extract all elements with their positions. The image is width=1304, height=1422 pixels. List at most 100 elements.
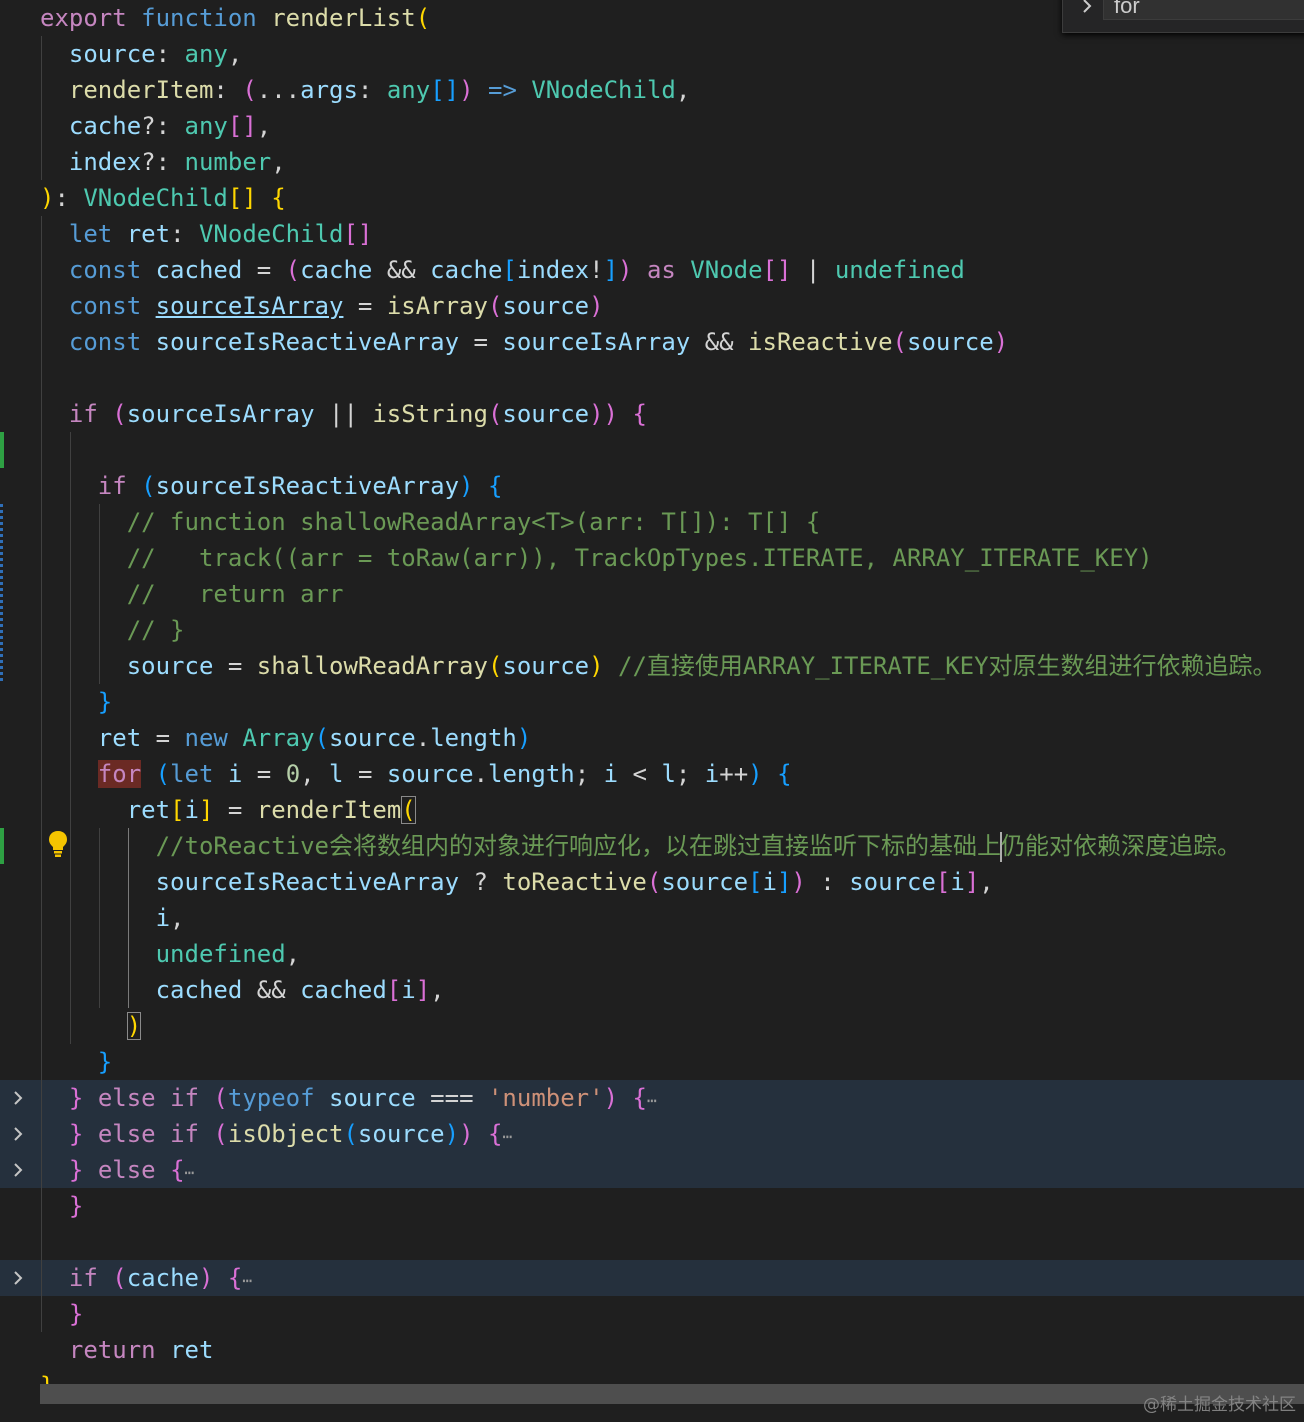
code-token: ] bbox=[964, 868, 980, 896]
code-line[interactable] bbox=[0, 432, 1304, 468]
code-line[interactable]: if (sourceIsArray || isString(source)) { bbox=[0, 396, 1304, 432]
code-line[interactable]: cache?: any[], bbox=[0, 108, 1304, 144]
lightbulb-icon[interactable] bbox=[46, 829, 70, 859]
code-line[interactable]: // track((arr = toRaw(arr)), TrackOpType… bbox=[0, 540, 1304, 576]
code-token: ⋯ bbox=[646, 1091, 657, 1110]
code-line[interactable]: } bbox=[0, 1296, 1304, 1332]
code-line[interactable]: // } bbox=[0, 612, 1304, 648]
code-token: ( bbox=[415, 4, 431, 32]
code-token: 'number' bbox=[487, 1084, 604, 1112]
code-line[interactable] bbox=[0, 360, 1304, 396]
code-line[interactable]: } bbox=[0, 1188, 1304, 1224]
code-token: typeof bbox=[227, 1084, 315, 1112]
code-line[interactable]: // return arr bbox=[0, 576, 1304, 612]
code-token: } bbox=[68, 1084, 84, 1112]
code-token: [] bbox=[343, 220, 373, 248]
code-line[interactable]: cached && cached[i], bbox=[0, 972, 1304, 1008]
code-line[interactable]: ret[i] = renderItem( bbox=[0, 792, 1304, 828]
code-token: VNode bbox=[690, 256, 763, 284]
code-line[interactable]: for (let i = 0, l = source.length; i < l… bbox=[0, 756, 1304, 792]
code-line[interactable]: } else {⋯ bbox=[0, 1152, 1304, 1188]
code-line[interactable]: const sourceIsArray = isArray(source) bbox=[0, 288, 1304, 324]
code-token: l bbox=[329, 760, 344, 788]
code-token: const bbox=[68, 328, 142, 356]
code-line[interactable]: ) bbox=[0, 1008, 1304, 1044]
code-token: isObject bbox=[227, 1120, 344, 1148]
code-line[interactable]: ): VNodeChild[] { bbox=[0, 180, 1304, 216]
fold-chevron-icon[interactable] bbox=[8, 1124, 28, 1144]
code-line[interactable]: if (cache) {⋯ bbox=[0, 1260, 1304, 1296]
code-token: ; bbox=[675, 760, 705, 788]
code-token: source bbox=[849, 868, 936, 896]
code-token: VNodeChild bbox=[198, 220, 344, 248]
code-line[interactable]: undefined, bbox=[0, 936, 1304, 972]
code-token: as bbox=[646, 256, 676, 284]
horizontal-scrollbar[interactable] bbox=[40, 1384, 1304, 1404]
code-line[interactable]: renderItem: (...args: any[]) => VNodeChi… bbox=[0, 72, 1304, 108]
fold-chevron-icon[interactable] bbox=[8, 1268, 28, 1288]
fold-chevron-icon[interactable] bbox=[8, 1160, 28, 1180]
code-token: , bbox=[300, 760, 330, 788]
code-line[interactable]: return ret bbox=[0, 1332, 1304, 1368]
code-token: ret bbox=[97, 724, 142, 752]
code-token: ( bbox=[213, 1084, 228, 1112]
code-token: source bbox=[329, 1084, 416, 1112]
code-token: if bbox=[68, 400, 98, 428]
code-line[interactable]: } else if (isObject(source)) {⋯ bbox=[0, 1116, 1304, 1152]
code-token: isReactive bbox=[748, 328, 893, 356]
code-line[interactable]: source = shallowReadArray(source) //直接使用… bbox=[0, 648, 1304, 684]
code-token: ret bbox=[170, 1336, 214, 1364]
code-line[interactable]: source: any, bbox=[0, 36, 1304, 72]
code-token: //直接使用ARRAY_ITERATE_KEY对原生数组进行依赖追踪。 bbox=[618, 652, 1277, 680]
code-token: for bbox=[97, 760, 142, 788]
code-line[interactable]: } bbox=[0, 1044, 1304, 1080]
code-line[interactable]: if (sourceIsReactiveArray) { bbox=[0, 468, 1304, 504]
code-line[interactable]: } else if (typeof source === 'number') {… bbox=[0, 1080, 1304, 1116]
code-token: source bbox=[357, 1120, 445, 1148]
code-token: && bbox=[242, 976, 301, 1004]
code-text: // track((arr = toRaw(arr)), TrackOpType… bbox=[40, 540, 1304, 576]
code-text: } bbox=[40, 1044, 1304, 1080]
find-input[interactable]: for bbox=[1103, 0, 1304, 20]
code-line[interactable]: //toReactive会将数组内的对象进行响应化，以在跳过直接监听下标的基础上… bbox=[0, 828, 1304, 864]
code-line[interactable]: const sourceIsReactiveArray = sourceIsAr… bbox=[0, 324, 1304, 360]
code-token: let bbox=[170, 760, 214, 788]
chevron-right-icon[interactable] bbox=[1077, 0, 1097, 16]
code-token: ? bbox=[459, 868, 503, 896]
code-line[interactable]: i, bbox=[0, 900, 1304, 936]
code-line[interactable]: } bbox=[0, 684, 1304, 720]
code-token: Array bbox=[242, 724, 315, 752]
code-token: ] bbox=[415, 976, 431, 1004]
code-line[interactable]: sourceIsReactiveArray ? toReactive(sourc… bbox=[0, 864, 1304, 900]
code-line[interactable]: // function shallowReadArray<T>(arr: T[]… bbox=[0, 504, 1304, 540]
code-token: [ bbox=[935, 868, 951, 896]
fold-chevron-icon[interactable] bbox=[8, 1088, 28, 1108]
code-token: i bbox=[603, 760, 619, 788]
code-editor[interactable]: export function renderList( source: any,… bbox=[0, 0, 1304, 1422]
code-token: : bbox=[54, 184, 84, 212]
code-token: VNodeChild bbox=[531, 76, 676, 104]
code-line[interactable]: let ret: VNodeChild[] bbox=[0, 216, 1304, 252]
code-token: )) bbox=[589, 400, 619, 428]
code-line[interactable]: ret = new Array(source.length) bbox=[0, 720, 1304, 756]
code-token: . bbox=[473, 760, 489, 788]
code-token: ( bbox=[314, 724, 330, 752]
code-line[interactable]: index?: number, bbox=[0, 144, 1304, 180]
code-line[interactable]: const cached = (cache && cache[index!]) … bbox=[0, 252, 1304, 288]
code-token: else bbox=[97, 1120, 156, 1148]
code-token: ] bbox=[776, 868, 792, 896]
code-line[interactable] bbox=[0, 1224, 1304, 1260]
